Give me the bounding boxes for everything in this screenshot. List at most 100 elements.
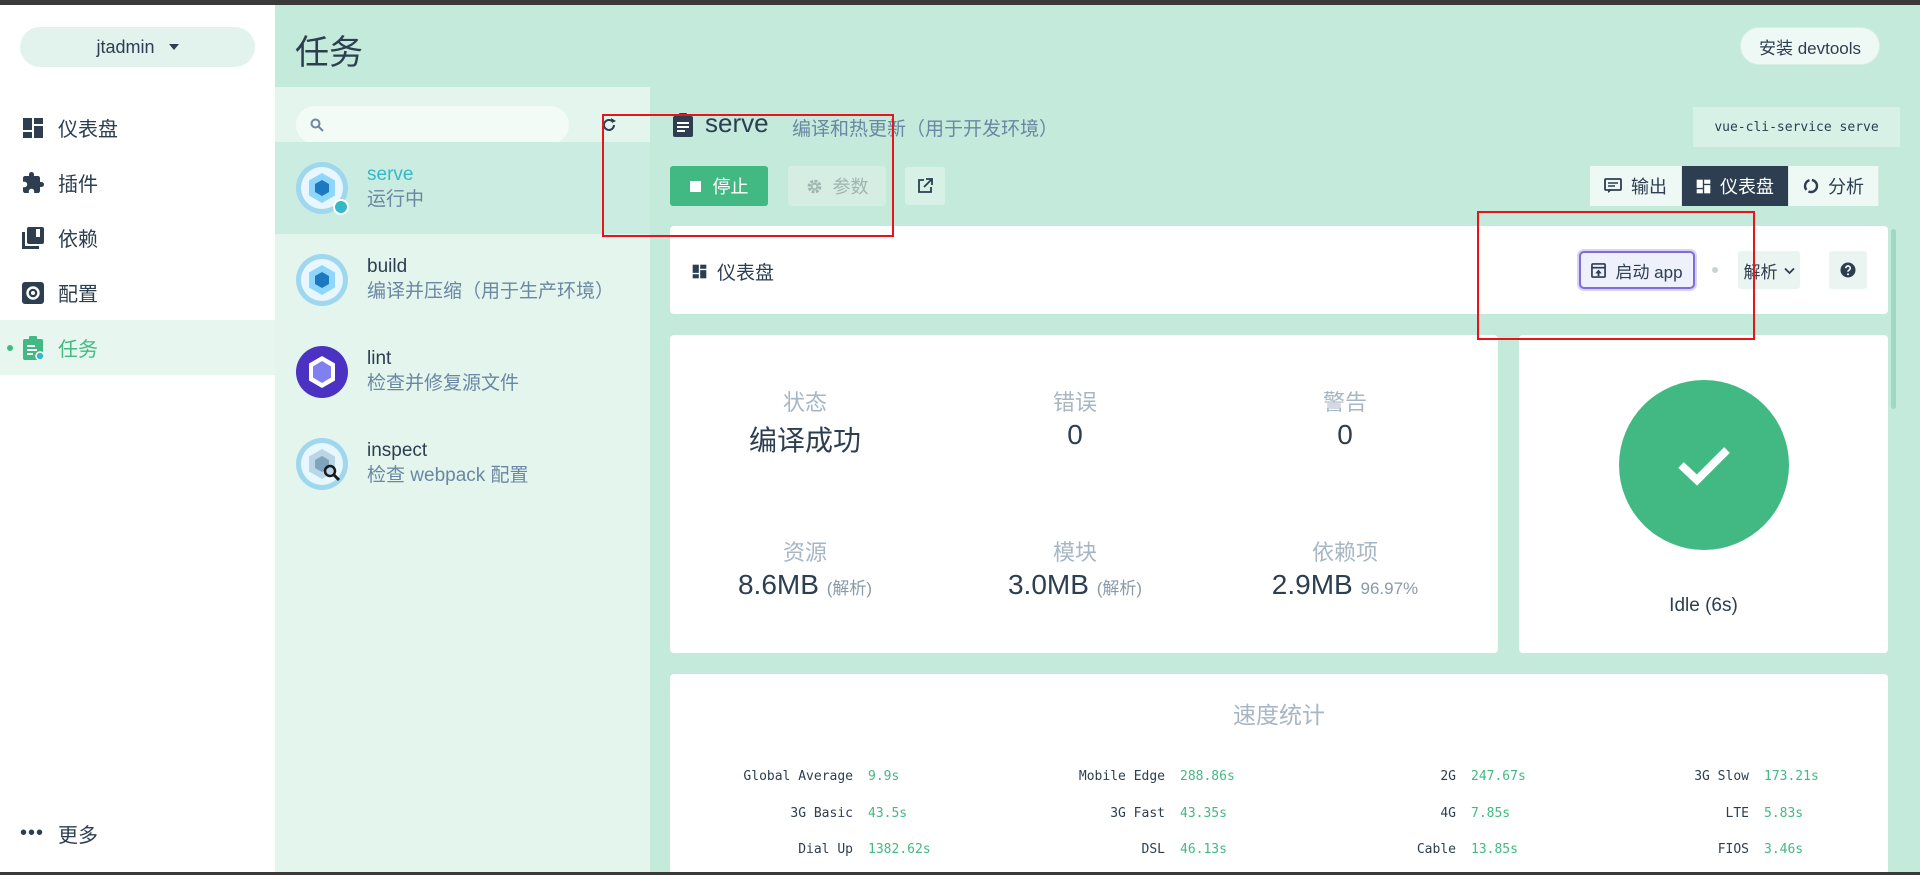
stat-errors: 错误 0 (940, 385, 1210, 451)
sidebar: jtadmin 仪表盘 插件 依赖 配置 任务 ••• 更多 (0, 5, 275, 872)
tab-analysis[interactable]: 分析 (1789, 166, 1879, 206)
stat-label: 模块 (1052, 540, 1097, 565)
speed-key: 3G Fast (1110, 806, 1165, 821)
speed-value: 9.9s (868, 769, 900, 784)
refresh-icon[interactable] (598, 114, 620, 136)
task-item-lint[interactable]: lint 检查并修复源文件 (275, 326, 650, 418)
stat-value-number: 8.6MB (737, 569, 819, 600)
speed-value: 3.46s (1764, 842, 1804, 857)
sidebar-item-configuration[interactable]: 配置 (0, 265, 275, 320)
sidebar-more[interactable]: ••• 更多 (0, 813, 275, 853)
speed-value: 43.35s (1180, 806, 1227, 821)
main-scrollbar[interactable] (1891, 229, 1896, 409)
more-dots-icon: ••• (20, 821, 45, 844)
sidebar-item-dependencies[interactable]: 依赖 (0, 210, 275, 265)
stat-label: 错误 (1052, 390, 1097, 415)
task-desc: 运行中 (367, 189, 425, 210)
project-selector[interactable]: jtadmin (20, 27, 255, 67)
sidebar-more-label: 更多 (58, 824, 98, 847)
tab-label: 输出 (1631, 177, 1667, 197)
tab-output[interactable]: 输出 (1590, 166, 1682, 206)
stat-value: 3.0MB (解析) (940, 569, 1210, 601)
search-icon (310, 118, 324, 132)
speed-value: 1382.62s (868, 842, 931, 857)
stat-label: 警告 (1322, 390, 1367, 415)
page-title: 任务 (295, 34, 363, 72)
task-name: build (367, 256, 408, 277)
analyze-dropdown[interactable]: 解析 (1738, 251, 1800, 289)
speed-key: 2G (1440, 769, 1456, 784)
parsed-link[interactable]: (解析) (1097, 579, 1142, 598)
open-in-new-button[interactable] (905, 167, 945, 205)
gear-icon (806, 178, 823, 195)
stat-value: 8.6MB (解析) (670, 569, 940, 601)
speed-stats-title: 速度统计 (1233, 702, 1325, 728)
speed-key: Mobile Edge (1078, 769, 1165, 784)
task-search[interactable] (296, 106, 569, 144)
stat-value: 0 (1067, 419, 1083, 450)
stat-label: 状态 (782, 390, 827, 415)
check-icon (1678, 447, 1730, 486)
webpack-cube-icon (295, 253, 349, 307)
open-in-browser-icon (1591, 262, 1607, 278)
speed-value: 173.21s (1764, 769, 1819, 784)
task-item-inspect[interactable]: inspect 检查 webpack 配置 (275, 418, 650, 510)
sidebar-item-label: 插件 (58, 174, 98, 196)
speed-key: Dial Up (798, 842, 853, 857)
active-indicator (7, 345, 13, 351)
webpack-inspect-icon (295, 437, 349, 491)
speed-key: LTE (1725, 806, 1749, 821)
speed-key: 3G Slow (1694, 769, 1749, 784)
dashboard-icon (1696, 179, 1711, 194)
webpack-cube-icon (295, 161, 349, 215)
install-devtools-button[interactable]: 安装 devtools (1740, 27, 1880, 65)
sidebar-item-dashboard[interactable]: 仪表盘 (0, 100, 275, 155)
dashboard-icon (20, 115, 46, 141)
sidebar-item-tasks[interactable]: 任务 (0, 320, 275, 375)
stop-label: 停止 (712, 177, 749, 197)
speed-row: Dial Up 1382.62s DSL 46.13s Cable 13.85s FI… (670, 842, 1888, 872)
task-name: lint (367, 348, 392, 369)
dashboard-toolbar: 仪表盘 启动 app 解析 (670, 226, 1888, 314)
sidebar-item-label: 任务 (58, 339, 98, 361)
params-button[interactable]: 参数 (788, 166, 886, 206)
clipboard-icon (20, 335, 46, 361)
stat-modules: 模块 3.0MB (解析) (940, 535, 1210, 601)
launch-app-button[interactable]: 启动 app (1579, 251, 1695, 289)
dashboard-label-text: 仪表盘 (717, 263, 775, 284)
launch-app-label: 启动 app (1615, 262, 1683, 282)
stat-label: 资源 (782, 540, 827, 565)
stat-value-number: 3.0MB (1007, 569, 1089, 600)
task-desc: 编译并压缩（用于生产环境） (367, 281, 615, 302)
speed-value: 43.5s (868, 806, 908, 821)
search-input[interactable] (332, 116, 552, 134)
stat-value-number: 2.9MB (1271, 569, 1353, 600)
puzzle-icon (20, 170, 46, 196)
stat-value: 编译成功 (748, 425, 861, 456)
stat-label: 依赖项 (1311, 540, 1378, 565)
parsed-link[interactable]: (解析) (827, 579, 872, 598)
tab-label: 仪表盘 (1720, 177, 1774, 197)
stop-button[interactable]: 停止 (670, 166, 768, 206)
speed-key: 4G (1440, 806, 1456, 821)
build-status-card: Idle (6s) (1519, 335, 1888, 653)
sidebar-item-plugins[interactable]: 插件 (0, 155, 275, 210)
stat-dependencies: 依赖项 2.9MB 96.97% (1210, 535, 1480, 601)
task-title: serve (705, 108, 769, 138)
speed-key: Cable (1416, 842, 1456, 857)
speed-value: 7.85s (1471, 806, 1511, 821)
task-name: serve (367, 164, 414, 185)
speed-row: Global Average 9.9s Mobile Edge 288.86s 2G… (670, 769, 1888, 799)
message-icon (1604, 178, 1622, 194)
command-badge: vue-cli-service serve (1693, 107, 1900, 147)
success-status-circle (1619, 380, 1789, 550)
task-desc: 检查并修复源文件 (367, 373, 520, 394)
help-button[interactable] (1829, 251, 1867, 289)
clipboard-icon (672, 113, 694, 142)
speed-row: 3G Basic 43.5s 3G Fast 43.35s 4G 7.85s LTE 5… (670, 806, 1888, 836)
task-item-serve[interactable]: serve 运行中 (275, 142, 650, 234)
library-icon (20, 225, 46, 251)
speed-value: 5.83s (1764, 806, 1804, 821)
tab-dashboard[interactable]: 仪表盘 (1682, 166, 1789, 206)
task-item-build[interactable]: build 编译并压缩（用于生产环境） (275, 234, 650, 326)
